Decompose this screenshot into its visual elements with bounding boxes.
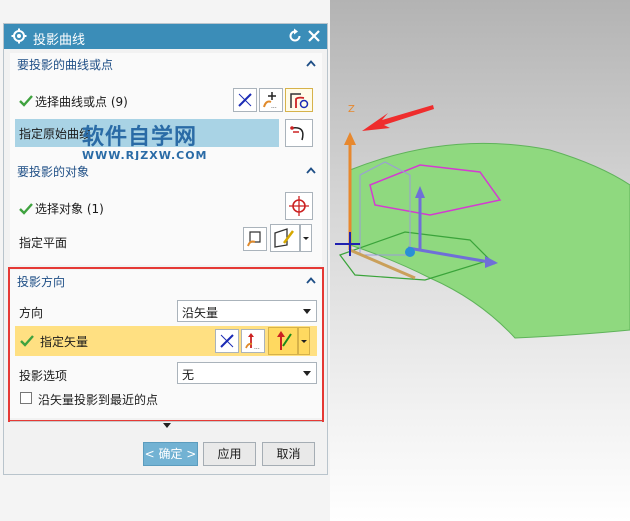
check-icon bbox=[19, 203, 33, 215]
curve-rule-icon bbox=[238, 93, 252, 107]
green-surface bbox=[349, 142, 630, 339]
vector-rule-icon bbox=[220, 334, 234, 348]
dialog-title: 投影曲线 bbox=[33, 33, 86, 48]
nearest-point-label: 沿矢量投影到最近的点 bbox=[38, 393, 159, 407]
plane-select-button[interactable] bbox=[270, 224, 300, 252]
dialog-titlebar: 投影曲线 bbox=[4, 24, 327, 49]
annotation-arrow bbox=[362, 105, 434, 131]
cancel-button[interactable]: 取消 bbox=[262, 442, 315, 466]
apply-button[interactable]: 应用 bbox=[203, 442, 256, 466]
direction-group-header[interactable]: 投影方向 bbox=[10, 270, 322, 292]
viewport-scene: Z bbox=[335, 104, 630, 339]
direction-group: 投影方向 方向 沿矢量 指定矢量 ... 投影选项 无 沿矢量投影到最近的点 bbox=[10, 270, 322, 418]
svg-text:...: ... bbox=[271, 103, 277, 109]
specify-vector-label: 指定矢量 bbox=[40, 335, 89, 349]
vector-icon bbox=[277, 331, 292, 350]
collapse-caret-icon[interactable] bbox=[306, 167, 316, 174]
direction-select-value: 沿矢量 bbox=[182, 306, 219, 320]
collapse-caret-icon[interactable] bbox=[306, 60, 316, 67]
objects-group-header[interactable]: 要投影的对象 bbox=[10, 160, 322, 182]
curves-group-title: 要投影的曲线或点 bbox=[17, 58, 114, 72]
project-curve-dialog: 投影曲线 要投影的曲线或点 选择曲线或点 (9) ... 指定原始曲线 软件自学… bbox=[3, 23, 328, 475]
vector-dialog-button[interactable]: ... bbox=[241, 329, 265, 353]
projection-option-value: 无 bbox=[182, 368, 195, 382]
select-curves-label: 选择曲线或点 (9) bbox=[35, 95, 128, 109]
svg-text:...: ... bbox=[254, 344, 260, 350]
graphics-viewport[interactable]: Z bbox=[330, 0, 630, 521]
direction-label: 方向 bbox=[19, 306, 44, 320]
direction-select[interactable]: 沿矢量 bbox=[177, 300, 317, 322]
vector-dialog-icon: ... bbox=[245, 333, 260, 350]
curve-select-button[interactable] bbox=[285, 88, 313, 112]
chevron-down-icon bbox=[301, 340, 307, 343]
ok-button[interactable]: < 确定 > bbox=[143, 442, 198, 466]
z-axis-label: Z bbox=[348, 104, 355, 115]
curve-select-icon bbox=[290, 93, 309, 109]
chevron-down-icon bbox=[303, 309, 311, 314]
direction-group-title: 投影方向 bbox=[17, 275, 66, 289]
z-axis-arrowhead bbox=[344, 132, 356, 145]
specify-plane-label: 指定平面 bbox=[19, 236, 68, 250]
chevron-down-icon bbox=[303, 371, 311, 376]
plane-icon bbox=[274, 228, 294, 248]
chevron-down-icon bbox=[303, 237, 309, 240]
vector-rule-button[interactable] bbox=[215, 329, 239, 353]
nearest-point-checkbox[interactable] bbox=[20, 392, 32, 404]
vector-select-button[interactable] bbox=[268, 327, 298, 355]
point-dialog-button[interactable]: ... bbox=[259, 88, 283, 112]
check-icon bbox=[19, 95, 33, 107]
curve-rule-button[interactable] bbox=[233, 88, 257, 112]
curves-group-header[interactable]: 要投影的曲线或点 bbox=[10, 53, 322, 75]
gear-icon[interactable] bbox=[11, 28, 27, 44]
plane-dialog-icon bbox=[247, 231, 261, 247]
collapse-caret-icon[interactable] bbox=[306, 277, 316, 284]
watermark: 软件自学网 WWW.RJZXW.COM bbox=[82, 119, 208, 162]
vector-options-dropdown[interactable] bbox=[298, 327, 310, 355]
crosshair-icon bbox=[289, 196, 309, 216]
origin-handle[interactable] bbox=[405, 247, 415, 257]
check-icon bbox=[20, 335, 34, 347]
point-plus-icon: ... bbox=[263, 92, 277, 109]
projection-option-select[interactable]: 无 bbox=[177, 362, 317, 384]
footer-divider bbox=[10, 421, 322, 422]
more-options-icon[interactable] bbox=[162, 423, 172, 429]
select-object-button[interactable] bbox=[285, 192, 313, 220]
plane-options-dropdown[interactable] bbox=[300, 224, 312, 252]
curve-icon bbox=[290, 126, 304, 141]
close-icon[interactable] bbox=[306, 28, 322, 44]
reset-icon[interactable] bbox=[287, 28, 303, 44]
plane-dialog-button[interactable] bbox=[243, 227, 267, 251]
objects-group-title: 要投影的对象 bbox=[17, 165, 90, 179]
select-object-label: 选择对象 (1) bbox=[35, 202, 104, 216]
watermark-title: 软件自学网 bbox=[82, 125, 198, 150]
origin-curve-button[interactable] bbox=[285, 119, 313, 147]
objects-group: 要投影的对象 选择对象 (1) 指定平面 bbox=[10, 160, 322, 265]
projection-option-label: 投影选项 bbox=[19, 369, 68, 383]
origin-curve-label: 指定原始曲线 bbox=[19, 127, 92, 141]
curves-group: 要投影的曲线或点 选择曲线或点 (9) ... 指定原始曲线 软件自学网 WWW… bbox=[10, 53, 322, 175]
